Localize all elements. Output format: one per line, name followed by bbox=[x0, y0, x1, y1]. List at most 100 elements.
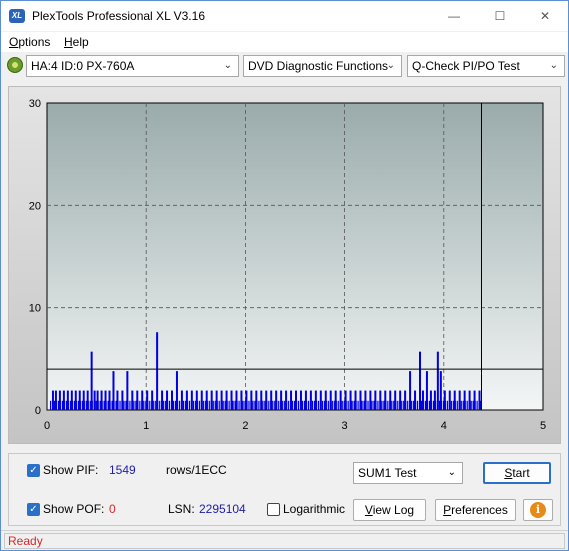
data-bar bbox=[145, 400, 147, 410]
data-bar bbox=[262, 400, 264, 410]
data-bar bbox=[210, 400, 212, 410]
data-bar bbox=[151, 400, 153, 410]
start-button[interactable]: Start bbox=[483, 462, 551, 484]
data-bar bbox=[143, 400, 145, 410]
data-bar bbox=[59, 400, 62, 410]
data-bar bbox=[95, 400, 97, 410]
data-bar bbox=[329, 400, 331, 410]
data-bar bbox=[276, 400, 278, 410]
data-bar bbox=[377, 400, 379, 410]
data-bar bbox=[139, 400, 141, 410]
data-bar bbox=[355, 400, 357, 410]
menu-options[interactable]: Options bbox=[9, 35, 50, 49]
data-bar bbox=[417, 400, 419, 410]
data-bar bbox=[268, 400, 270, 410]
data-bar bbox=[89, 400, 91, 410]
data-bar bbox=[349, 400, 351, 410]
data-bar bbox=[119, 400, 121, 410]
data-bar bbox=[333, 400, 335, 410]
show-pof-checkbox[interactable]: ✓ bbox=[27, 503, 40, 516]
data-bar bbox=[409, 400, 411, 410]
sum-test-select[interactable]: SUM1 Test ⌄ bbox=[353, 462, 463, 484]
close-button[interactable]: ✕ bbox=[522, 1, 568, 31]
data-bar bbox=[244, 400, 246, 410]
show-pif-label: Show PIF: bbox=[43, 463, 99, 477]
data-bar bbox=[260, 400, 262, 410]
data-bar bbox=[165, 400, 167, 410]
data-bar bbox=[77, 400, 79, 410]
function-select[interactable]: DVD Diagnostic Functions ⌄ bbox=[243, 55, 402, 77]
info-button[interactable]: i bbox=[523, 499, 553, 521]
data-bar bbox=[172, 400, 175, 410]
data-bar bbox=[218, 400, 220, 410]
data-bar bbox=[87, 400, 89, 410]
data-bar bbox=[371, 400, 373, 410]
data-bar bbox=[236, 400, 238, 410]
pi-po-chart: 30 20 10 0 0 1 2 3 4 5 bbox=[29, 98, 546, 432]
disc-drive-icon bbox=[7, 57, 23, 73]
data-bar bbox=[49, 400, 52, 410]
data-bar bbox=[367, 400, 369, 410]
chevron-down-icon: ⌄ bbox=[447, 467, 456, 478]
logarithmic-checkbox[interactable] bbox=[267, 503, 280, 516]
data-bar bbox=[458, 400, 460, 410]
data-bar bbox=[135, 400, 137, 410]
y-tick-label: 0 bbox=[35, 405, 41, 417]
data-bar bbox=[182, 400, 185, 410]
data-bar bbox=[284, 400, 286, 410]
data-bar bbox=[282, 400, 284, 410]
data-bar bbox=[53, 400, 56, 410]
x-tick-label: 5 bbox=[540, 420, 546, 432]
data-bar bbox=[470, 400, 472, 410]
data-bar bbox=[466, 400, 468, 410]
data-bar bbox=[133, 400, 135, 410]
show-pif-checkbox[interactable]: ✓ bbox=[27, 464, 40, 477]
data-bar bbox=[319, 400, 321, 410]
data-bar bbox=[250, 400, 252, 410]
data-bar bbox=[353, 400, 355, 410]
data-bar bbox=[159, 400, 161, 410]
data-bar bbox=[299, 400, 302, 410]
data-bar bbox=[337, 400, 339, 410]
data-bar bbox=[57, 400, 60, 410]
data-bar bbox=[93, 400, 95, 410]
status-bar: Ready bbox=[1, 530, 568, 550]
pif-value: 1549 bbox=[109, 463, 136, 477]
data-bar bbox=[303, 400, 306, 410]
preferences-button[interactable]: Preferences bbox=[435, 499, 516, 521]
menu-help[interactable]: Help bbox=[64, 35, 89, 49]
minimize-button[interactable]: — bbox=[431, 1, 477, 31]
data-bar bbox=[91, 400, 93, 410]
lsn-value: 2295104 bbox=[199, 502, 246, 516]
title-bar[interactable]: XL PlexTools Professional XL V3.16 — ☐ ✕ bbox=[1, 1, 568, 31]
data-bar bbox=[73, 400, 75, 410]
data-bar bbox=[97, 400, 99, 410]
device-select[interactable]: HA:4 ID:0 PX-760A ⌄ bbox=[26, 55, 239, 77]
control-panel: ✓ Show PIF: 1549 rows/1ECC SUM1 Test ⌄ St… bbox=[8, 453, 561, 526]
data-bar bbox=[117, 400, 119, 410]
data-bar bbox=[107, 400, 109, 410]
data-bar bbox=[327, 400, 329, 410]
data-bar bbox=[436, 400, 439, 410]
data-bar bbox=[103, 400, 105, 410]
data-bar bbox=[345, 400, 347, 410]
view-log-button[interactable]: View Log bbox=[353, 499, 426, 521]
x-tick-label: 4 bbox=[441, 420, 447, 432]
rows-label: rows/1ECC bbox=[166, 463, 227, 477]
y-tick-label: 20 bbox=[29, 200, 41, 212]
data-bar bbox=[254, 400, 256, 410]
data-bar bbox=[290, 400, 292, 410]
data-bar bbox=[161, 400, 163, 410]
data-bar bbox=[232, 400, 234, 410]
data-bar bbox=[286, 400, 288, 410]
data-bar bbox=[381, 400, 383, 410]
data-bar bbox=[125, 400, 127, 410]
maximize-button[interactable]: ☐ bbox=[477, 1, 523, 31]
data-bar bbox=[111, 400, 113, 410]
test-select[interactable]: Q-Check PI/PO Test ⌄ bbox=[407, 55, 565, 77]
data-bar bbox=[234, 400, 236, 410]
data-bar bbox=[224, 400, 226, 410]
data-bar bbox=[448, 400, 450, 410]
data-bar bbox=[373, 400, 375, 410]
data-bar bbox=[169, 400, 171, 410]
